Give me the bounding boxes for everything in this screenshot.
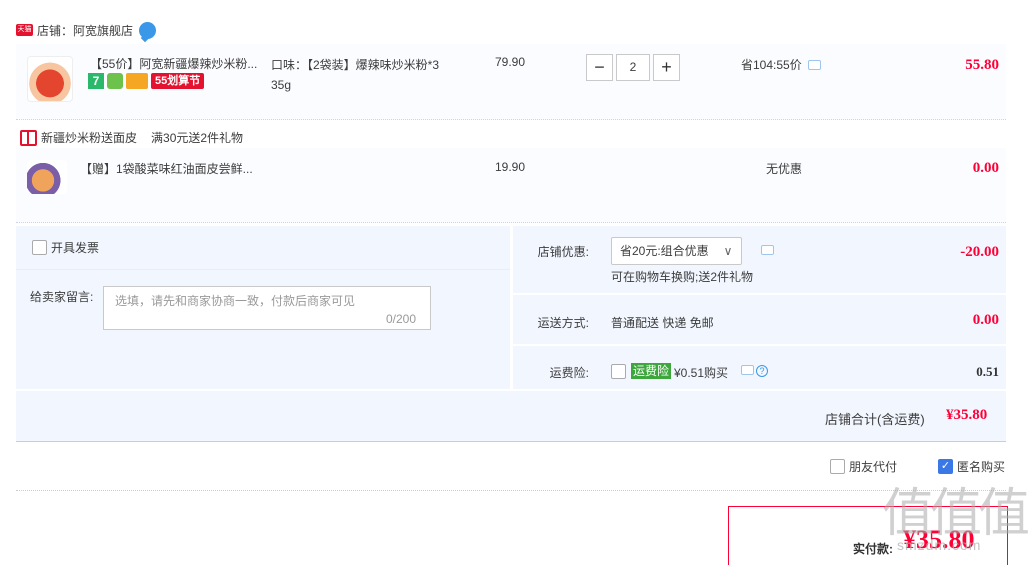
shop-promo-select[interactable]: 省20元:组合优惠 ∨ [611, 237, 742, 265]
item-discount-text: 省104:55价 [741, 58, 802, 72]
item-subtotal: 55.80 [965, 57, 999, 73]
chat-icon[interactable] [139, 21, 157, 39]
quantity-increase-button[interactable]: + [653, 54, 680, 81]
comment-icon[interactable] [761, 245, 774, 255]
invoice-label: 开具发票 [51, 241, 100, 255]
quantity-stepper: − 2 + [586, 54, 680, 81]
shipping-value: 0.00 [972, 312, 999, 328]
unit-price: 79.90 [495, 55, 526, 69]
panel-divider [16, 269, 510, 270]
gift-unit-price: 19.90 [495, 160, 526, 174]
sale-festival-badge: 55划算节 [151, 73, 205, 89]
shop-promo-note: 可在购物车换购;送2件礼物 [611, 270, 754, 284]
help-icon[interactable]: ? [756, 365, 768, 377]
quantity-input[interactable]: 2 [616, 54, 650, 81]
insurance-label: 运费险: [549, 366, 589, 380]
shipping-method: 普通配送 快递 免邮 [611, 316, 714, 330]
item-discount: 省104:55价 [741, 56, 821, 73]
insurance-help: ? [741, 365, 768, 377]
chevron-down-icon: ∨ [723, 244, 733, 258]
shop-header: 天猫 店铺：阿宽旗舰店 [16, 20, 157, 40]
friend-pay-label: 朋友代付 [849, 460, 898, 474]
credit-card-icon [126, 73, 148, 89]
invoice-checkbox[interactable] [32, 240, 47, 255]
product-badges: 7 55划算节 [88, 73, 205, 89]
anonymous-option[interactable]: ✓ 匿名购买 [938, 458, 1005, 475]
seven-day-return-icon: 7 [88, 73, 104, 89]
watermark-site: smzdm.com [897, 537, 982, 553]
friend-pay-checkbox[interactable] [830, 459, 845, 474]
panel-divider [513, 344, 1006, 346]
invoice-option[interactable]: 开具发票 [32, 239, 99, 256]
gift-promo-rule: 满30元送2件礼物 [151, 131, 244, 145]
shop-promo-value: -20.00 [960, 244, 999, 260]
gift-thumbnail[interactable] [27, 160, 67, 194]
insurance-tag: 运费险 [631, 363, 672, 379]
insurance-price: ¥0.51购买 [674, 366, 729, 380]
seller-message-placeholder: 选填，请先和商家协商一致，付款后商家可见 [115, 294, 356, 308]
shop-promo-selected: 省20元:组合优惠 [620, 244, 709, 258]
panel-divider [513, 293, 1006, 295]
divider [16, 490, 1006, 491]
product-thumbnail[interactable] [27, 56, 73, 102]
panel-divider [16, 389, 1006, 391]
insurance-value: 0.51 [976, 364, 999, 379]
shop-promo-label: 店铺优惠: [537, 245, 589, 259]
anonymous-checkbox[interactable]: ✓ [938, 459, 953, 474]
watermark-logo: 值值值 [882, 484, 1030, 544]
shop-name-link[interactable]: 店铺：阿宽旗舰店 [37, 22, 133, 39]
gift-icon [20, 129, 37, 146]
product-title-link[interactable]: 【55价】阿宽新疆爆辣炒米粉... [90, 55, 260, 72]
quantity-decrease-button[interactable]: − [586, 54, 613, 81]
anonymous-label: 匿名购买 [957, 460, 1006, 474]
gift-promo-header: 新疆炒米粉送面皮 满30元送2件礼物 [20, 129, 243, 146]
gift-discount: 无优惠 [766, 162, 803, 176]
shop-total-label: 店铺合计(含运费) [825, 412, 925, 427]
gift-promo-name: 新疆炒米粉送面皮 [41, 131, 138, 145]
gift-title-link[interactable]: 【赠】1袋酸菜味红油面皮尝鲜... [80, 160, 253, 177]
product-sku: 口味：【2袋装】爆辣味炒米粉*3 35g [271, 58, 440, 92]
comment-icon[interactable] [741, 365, 754, 375]
message-char-count: 0/200 [386, 312, 417, 326]
insurance-checkbox[interactable] [611, 364, 626, 379]
shop-total-value: ¥35.80 [946, 407, 988, 423]
message-label: 给卖家留言: [30, 290, 94, 304]
tmall-badge-icon: 天猫 [16, 24, 33, 36]
shipping-label: 运送方式: [537, 316, 589, 330]
friend-pay-option[interactable]: 朋友代付 [830, 458, 897, 475]
gift-subtotal: 0.00 [972, 160, 999, 176]
guarantee-shield-icon [107, 73, 123, 89]
comment-icon[interactable] [807, 59, 821, 70]
